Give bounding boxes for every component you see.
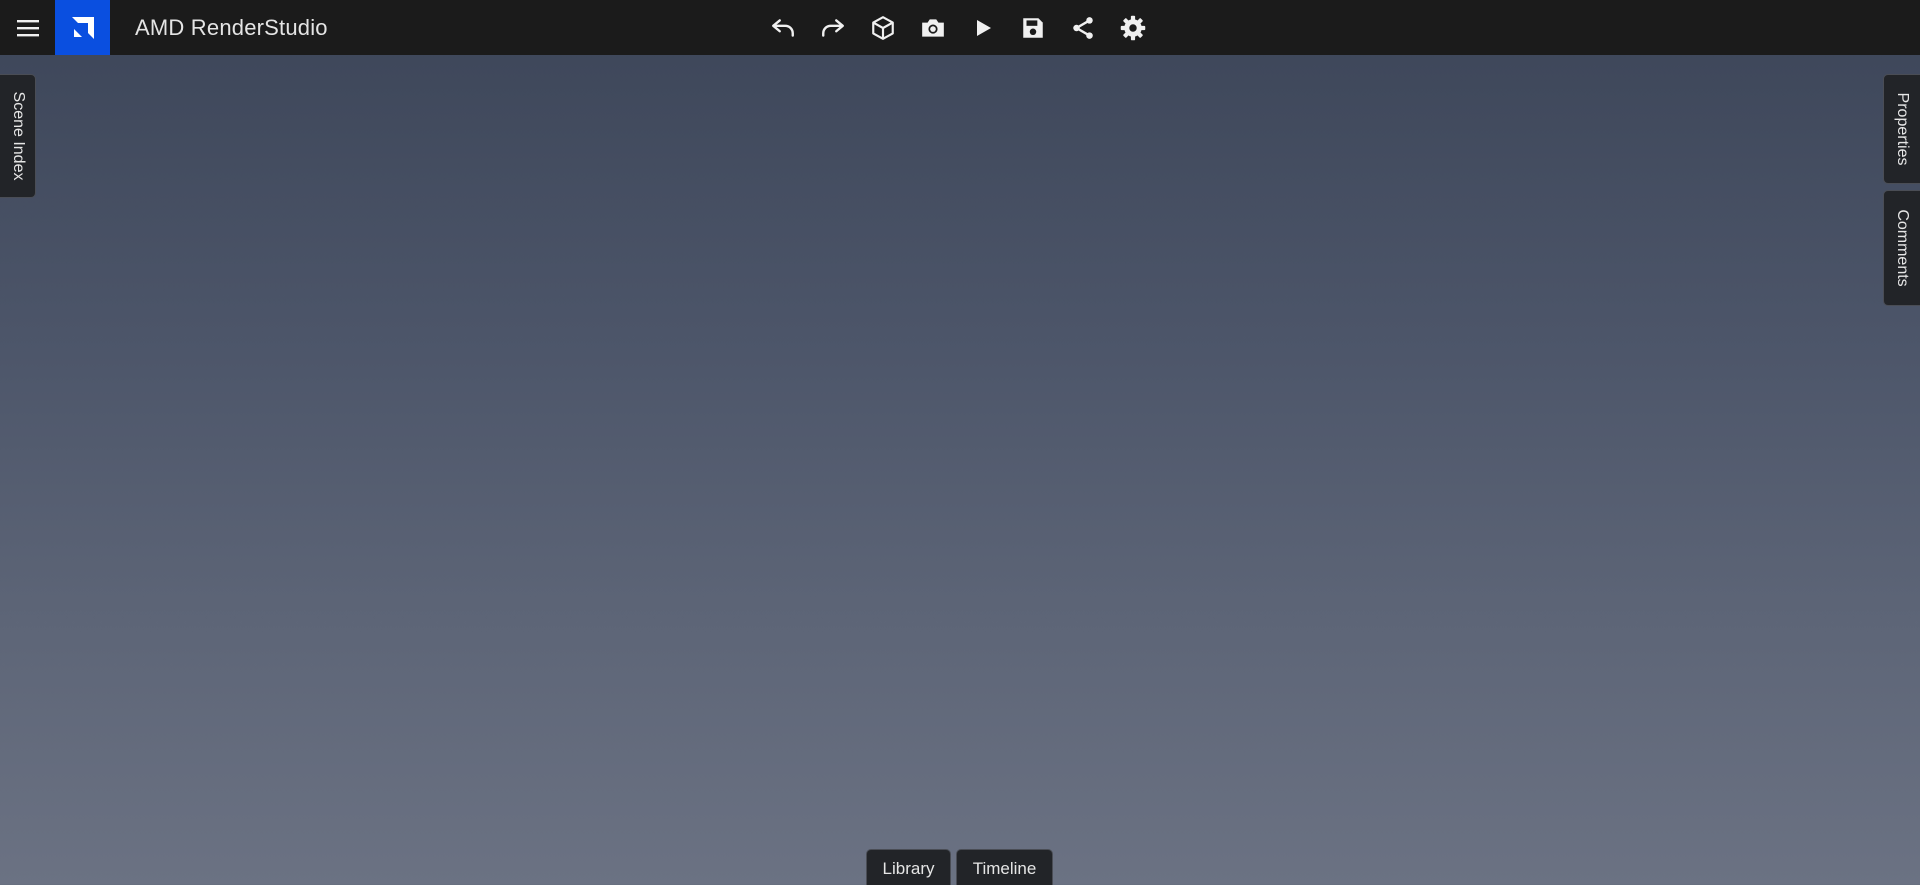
save-icon: [1023, 17, 1043, 38]
save-button[interactable]: [1015, 10, 1051, 46]
bottom-tab-bar: Library Timeline: [866, 849, 1058, 885]
main-toolbar: [765, 0, 1151, 55]
share-icon: [1073, 16, 1093, 39]
tab-comments-label: Comments: [1894, 209, 1911, 287]
redo-icon: [822, 18, 844, 37]
tab-timeline[interactable]: Timeline: [956, 849, 1053, 885]
screenshot-button[interactable]: [915, 10, 951, 46]
undo-button[interactable]: [765, 10, 801, 46]
render-viewport[interactable]: [0, 55, 1920, 885]
top-bar: AMD RenderStudio: [0, 0, 1920, 55]
camera-icon: [922, 18, 944, 37]
play-icon: [977, 19, 991, 36]
amd-logo-icon: [71, 16, 94, 39]
amd-logo[interactable]: [55, 0, 110, 55]
share-button[interactable]: [1065, 10, 1101, 46]
tab-properties-label: Properties: [1894, 92, 1911, 166]
tab-properties[interactable]: Properties: [1883, 74, 1920, 184]
tab-library[interactable]: Library: [866, 849, 951, 885]
gear-icon: [1120, 15, 1146, 40]
cube-icon: [872, 15, 894, 40]
3d-view-button[interactable]: [865, 10, 901, 46]
tab-scene-index-label: Scene Index: [9, 91, 27, 181]
hamburger-menu-icon: [16, 19, 39, 36]
undo-icon: [772, 18, 794, 37]
app-title: AMD RenderStudio: [135, 15, 328, 40]
tab-comments[interactable]: Comments: [1883, 190, 1920, 306]
redo-button[interactable]: [815, 10, 851, 46]
settings-button[interactable]: [1115, 10, 1151, 46]
play-button[interactable]: [965, 10, 1001, 46]
main-menu-button[interactable]: [0, 0, 55, 55]
tab-scene-index[interactable]: Scene Index: [0, 74, 36, 198]
